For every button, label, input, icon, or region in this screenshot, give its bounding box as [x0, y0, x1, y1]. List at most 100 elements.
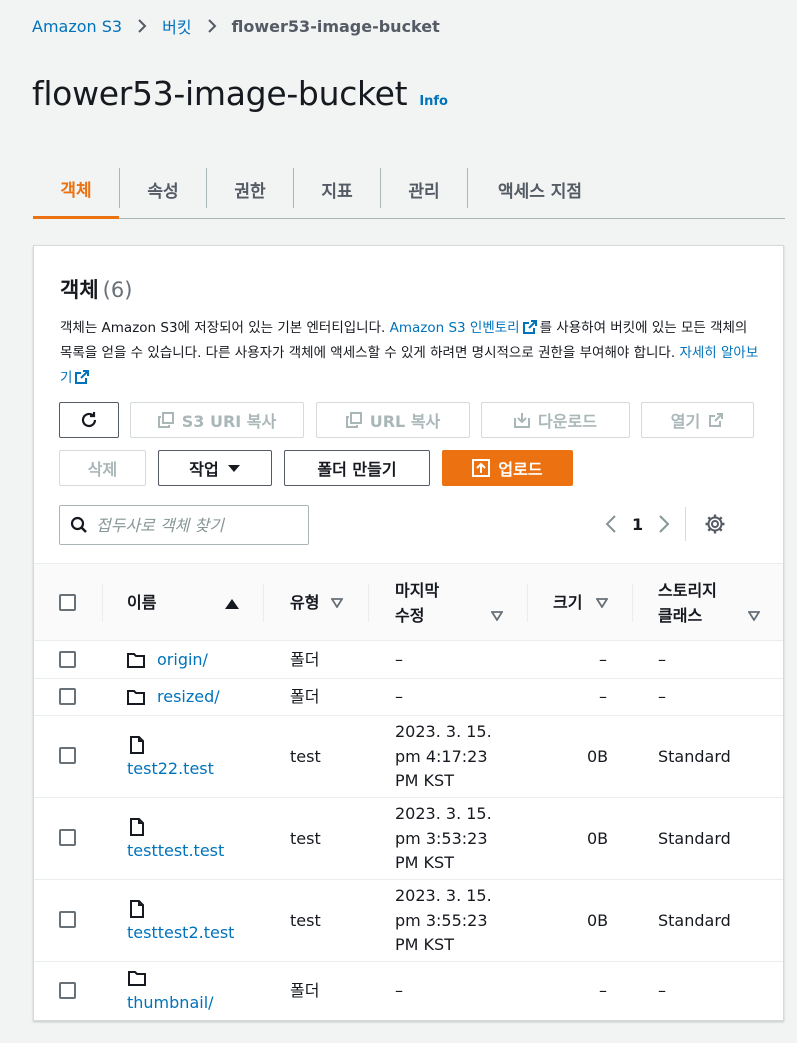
- breadcrumb-buckets[interactable]: 버킷: [162, 14, 191, 38]
- row-checkbox[interactable]: [59, 829, 76, 846]
- column-header-type[interactable]: 유형: [290, 590, 319, 615]
- object-type: test: [290, 829, 321, 848]
- folder-icon: [127, 690, 145, 705]
- column-header-modified-line1[interactable]: 마지막: [395, 578, 439, 603]
- caret-down-icon: [227, 465, 240, 472]
- chevron-right-icon[interactable]: [657, 514, 671, 534]
- row-checkbox[interactable]: [59, 688, 76, 705]
- create-folder-button[interactable]: 폴더 만들기: [284, 450, 430, 486]
- object-name-link[interactable]: origin/: [157, 648, 208, 672]
- object-storage-class: –: [658, 981, 666, 1000]
- object-modified-time: pm 3:53:23: [395, 829, 488, 848]
- row-checkbox[interactable]: [59, 651, 76, 668]
- tab-objects[interactable]: 객체: [33, 160, 119, 219]
- objects-panel-title: 객체 (6): [60, 274, 132, 304]
- info-link[interactable]: Info: [419, 94, 448, 109]
- pager-divider: [685, 507, 687, 541]
- tab-permissions[interactable]: 권한: [207, 160, 293, 218]
- object-modified-zone: PM KST: [395, 853, 454, 872]
- object-modified-zone: PM KST: [395, 935, 454, 954]
- upload-button[interactable]: 업로드: [442, 450, 573, 486]
- object-modified: –: [395, 650, 403, 669]
- file-icon: [130, 818, 144, 836]
- object-name-link[interactable]: testtest2.test: [127, 921, 234, 945]
- refresh-button[interactable]: [59, 402, 119, 438]
- breadcrumb-amazon-s3[interactable]: Amazon S3: [32, 17, 122, 36]
- row-checkbox[interactable]: [59, 911, 76, 928]
- inventory-link[interactable]: Amazon S3 인벤토리: [390, 320, 520, 336]
- copy-url-button[interactable]: URL 복사: [316, 402, 470, 438]
- external-link-icon: [75, 370, 90, 384]
- object-modified: –: [395, 687, 403, 706]
- table-row[interactable]: origin/ 폴더 – – –: [34, 641, 783, 679]
- table-row[interactable]: testtest.test test 2023. 3. 15. pm 3:53:…: [34, 798, 783, 880]
- download-icon: [514, 413, 531, 428]
- open-button[interactable]: 열기: [641, 402, 754, 438]
- column-divider: [527, 584, 528, 622]
- column-header-modified-line2[interactable]: 수정: [395, 603, 424, 628]
- row-checkbox[interactable]: [59, 747, 76, 764]
- folder-icon: [128, 971, 146, 986]
- objects-table: 이름 유형 마지막 수정 크기 스토리지 클래스 origin/ 폴더 – – …: [34, 563, 783, 1020]
- object-storage-class: –: [658, 687, 666, 706]
- tab-properties[interactable]: 속성: [120, 160, 206, 218]
- table-row[interactable]: resized/ 폴더 – – –: [34, 679, 783, 716]
- sort-caret-icon[interactable]: [596, 598, 608, 608]
- download-label: 다운로드: [538, 412, 597, 431]
- search-icon: [70, 516, 87, 533]
- upload-icon: [472, 459, 491, 477]
- copy-icon: [345, 412, 362, 428]
- object-modified-time: pm 4:17:23: [395, 747, 488, 766]
- object-name-cell: origin/: [127, 648, 208, 672]
- column-header-size[interactable]: 크기: [553, 590, 582, 615]
- upload-label: 업로드: [498, 460, 543, 479]
- chevron-left-icon[interactable]: [604, 514, 618, 534]
- select-all-checkbox[interactable]: [59, 594, 76, 611]
- object-name-link[interactable]: testtest.test: [127, 839, 224, 863]
- sort-ascending-icon[interactable]: [225, 599, 239, 609]
- column-header-name[interactable]: 이름: [127, 590, 156, 615]
- row-checkbox[interactable]: [59, 982, 76, 999]
- settings-gear-icon[interactable]: [704, 513, 726, 535]
- copy-icon: [157, 412, 174, 428]
- objects-heading: 객체: [60, 278, 99, 302]
- folder-icon: [127, 653, 145, 668]
- object-name-link[interactable]: test22.test: [127, 757, 214, 781]
- sort-caret-icon[interactable]: [491, 611, 503, 621]
- tab-bar: 객체 속성 권한 지표 관리 액세스 지점: [33, 160, 785, 219]
- object-storage-class: Standard: [658, 829, 731, 848]
- page-title: flower53-image-bucket: [32, 74, 408, 113]
- page-number[interactable]: 1: [632, 515, 643, 534]
- object-modified-date: 2023. 3. 15.: [395, 886, 492, 905]
- objects-panel: 객체 (6) 객체는 Amazon S3에 저장되어 있는 기본 엔터티입니다. …: [33, 245, 784, 1021]
- actions-dropdown[interactable]: 작업: [158, 450, 272, 486]
- table-row[interactable]: test22.test test 2023. 3. 15. pm 4:17:23…: [34, 716, 783, 798]
- tab-management[interactable]: 관리: [381, 160, 467, 218]
- download-button[interactable]: 다운로드: [481, 402, 630, 438]
- column-header-storage-line2[interactable]: 클래스: [658, 603, 702, 628]
- table-row[interactable]: testtest2.test test 2023. 3. 15. pm 3:55…: [34, 880, 783, 962]
- page-header: flower53-image-bucket Info: [32, 74, 448, 113]
- sort-caret-icon[interactable]: [331, 598, 343, 608]
- object-storage-class: Standard: [658, 911, 731, 930]
- object-type: test: [290, 747, 321, 766]
- delete-button[interactable]: 삭제: [59, 450, 146, 486]
- file-icon: [130, 736, 144, 754]
- object-size: 0B: [587, 911, 609, 930]
- copy-s3-uri-button[interactable]: S3 URI 복사: [130, 402, 304, 438]
- tab-access-points[interactable]: 액세스 지점: [468, 160, 612, 218]
- tab-metrics[interactable]: 지표: [294, 160, 380, 218]
- object-name-link[interactable]: resized/: [157, 685, 220, 709]
- pagination: 1: [604, 504, 726, 544]
- object-name-link[interactable]: thumbnail/: [127, 991, 214, 1015]
- column-divider: [263, 584, 264, 622]
- object-type: 폴더: [290, 650, 320, 669]
- object-name-cell: resized/: [127, 685, 220, 709]
- sort-caret-icon[interactable]: [748, 611, 760, 621]
- chevron-right-icon: [206, 18, 218, 34]
- table-row[interactable]: thumbnail/ 폴더 – – –: [34, 962, 783, 1020]
- object-type: 폴더: [290, 981, 320, 1000]
- search-input[interactable]: [96, 515, 296, 535]
- column-header-storage-line1[interactable]: 스토리지: [658, 578, 717, 603]
- breadcrumb: Amazon S3 버킷 flower53-image-bucket: [32, 14, 440, 38]
